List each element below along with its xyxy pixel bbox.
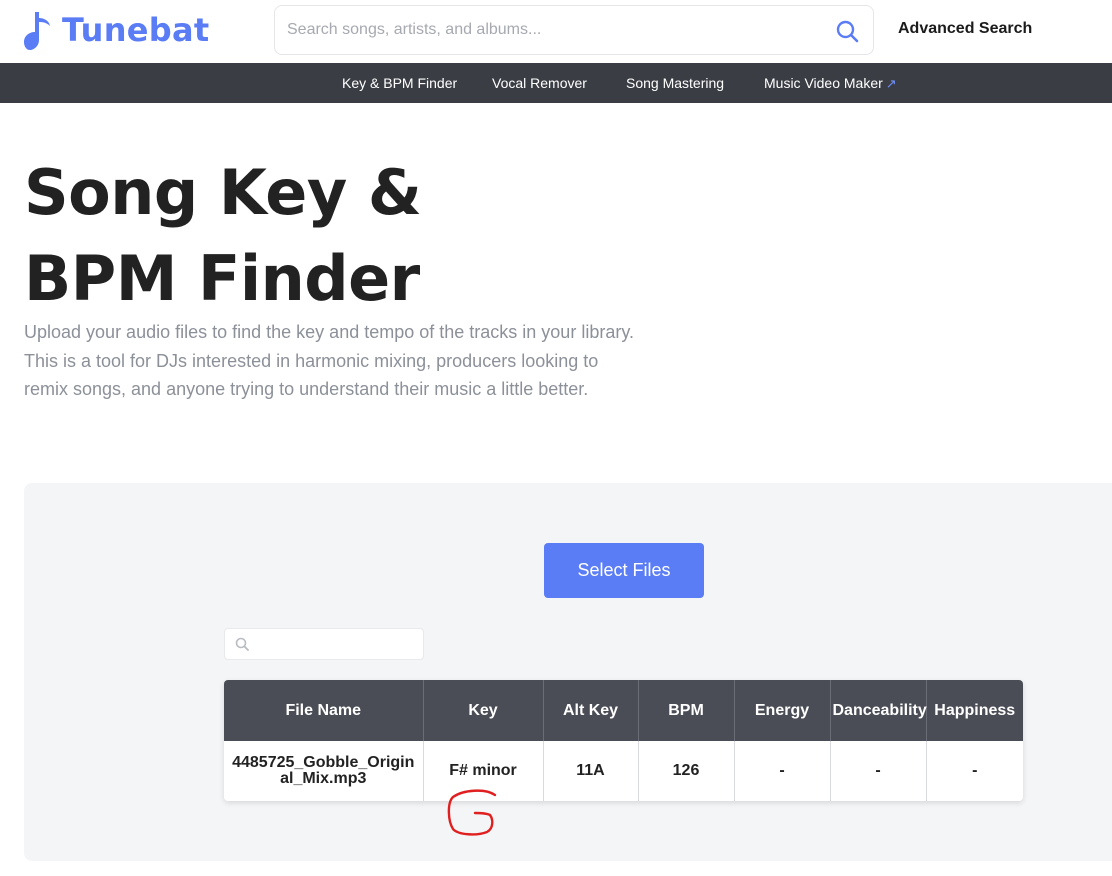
cell-energy: - (734, 741, 831, 801)
upload-panel: Select Files File Name Key Alt Key BPM E… (24, 483, 1112, 861)
cell-danceability: - (830, 741, 927, 801)
main-nav: Key & BPM Finder Vocal Remover Song Mast… (0, 63, 1112, 103)
external-arrow-icon: ↗ (885, 76, 897, 91)
column-header-happiness[interactable]: Happiness (926, 680, 1023, 741)
cell-happiness: - (972, 762, 978, 779)
cell-file-name: 4485725_Gobble_Original_Mix.mp3 (224, 741, 424, 801)
column-header-bpm[interactable]: BPM (638, 680, 735, 741)
site-search (274, 5, 874, 55)
results-filter (224, 628, 424, 660)
nav-item-vocal-remover[interactable]: Vocal Remover (492, 75, 587, 91)
column-header-file-name[interactable]: File Name (224, 680, 424, 741)
table-header-row: File Name Key Alt Key BPM Energy Danceab… (224, 680, 1023, 741)
cell-key: F# minor (423, 741, 544, 801)
results-table: File Name Key Alt Key BPM Energy Danceab… (224, 680, 1023, 801)
page-title: Song Key & BPM Finder (24, 156, 422, 315)
music-note-icon (24, 12, 50, 50)
column-header-alt-key[interactable]: Alt Key (543, 680, 639, 741)
filter-input[interactable] (257, 629, 417, 659)
search-icon[interactable] (835, 19, 859, 43)
column-header-danceability[interactable]: Danceability (830, 680, 927, 741)
logo[interactable]: Tunebat (24, 10, 209, 50)
column-header-energy[interactable]: Energy (734, 680, 831, 741)
search-input[interactable] (287, 6, 827, 54)
nav-item-key-bpm-finder[interactable]: Key & BPM Finder (342, 75, 457, 91)
advanced-search-link[interactable]: Advanced Search (898, 20, 1032, 38)
nav-item-song-mastering[interactable]: Song Mastering (626, 75, 724, 91)
brand-name: Tunebat (62, 11, 210, 49)
column-header-key[interactable]: Key (423, 680, 544, 741)
cell-alt-key: 11A (543, 741, 639, 801)
page-description: Upload your audio files to find the key … (24, 322, 634, 399)
nav-item-music-video-maker[interactable]: Music Video Maker ↗ (764, 75, 897, 92)
nav-item-label: Music Video Maker (764, 75, 883, 91)
select-files-button[interactable]: Select Files (544, 543, 704, 598)
table-row: 4485725_Gobble_Original_Mix.mp3 F# minor… (224, 741, 1023, 801)
search-icon (235, 637, 249, 651)
cell-bpm: 126 (638, 741, 735, 801)
site-header: Tunebat Advanced Search (0, 0, 1112, 63)
